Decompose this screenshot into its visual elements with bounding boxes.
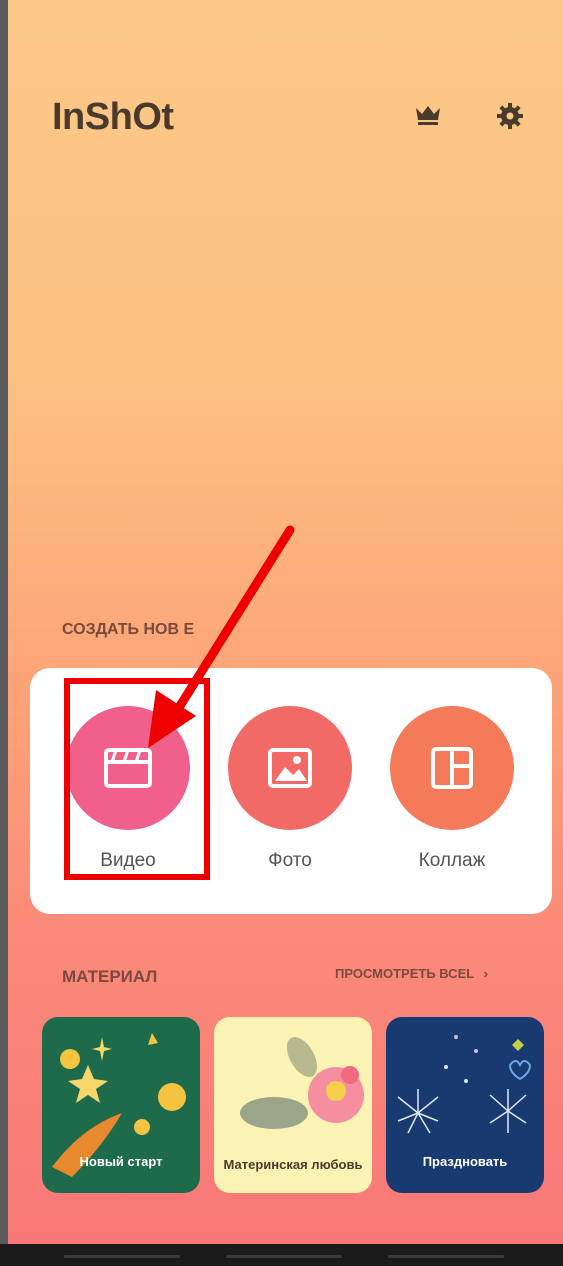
photo-label: Фото xyxy=(268,850,312,871)
material-title: МАТЕРИАЛ xyxy=(62,967,158,986)
highlight-box xyxy=(64,678,210,880)
view-all-link[interactable]: ПРОСМОТРЕТЬ ВСЕL › xyxy=(335,966,488,981)
app-logo: InShOt xyxy=(52,96,174,138)
photo-circle[interactable] xyxy=(228,706,352,830)
collage-circle[interactable] xyxy=(390,706,514,830)
nav-line-center[interactable] xyxy=(226,1255,342,1258)
nav-line-right[interactable] xyxy=(388,1255,504,1258)
celebrate-label: Праздновать xyxy=(422,1154,508,1169)
new-start-label: Новый старт xyxy=(79,1154,163,1169)
collage-tile[interactable]: Коллаж xyxy=(388,706,516,872)
material-card-celebrate[interactable]: Праздновать xyxy=(386,1017,544,1193)
nav-line-left[interactable] xyxy=(64,1255,180,1258)
material-card-mothers-love[interactable]: Материнская любовь xyxy=(214,1017,372,1193)
crown-icon[interactable] xyxy=(412,100,444,132)
photo-tile[interactable]: Фото xyxy=(226,706,354,872)
left-edge xyxy=(0,0,8,1266)
image-icon xyxy=(268,748,312,788)
create-new-title: СОЗДАТЬ НОВ Е xyxy=(62,621,195,638)
collage-label: Коллаж xyxy=(418,850,486,871)
app-screen: InShOt СОЗДАТЬ НОВ Е Видео Фото Коллаж М… xyxy=(8,0,563,1244)
collage-icon xyxy=(431,747,473,789)
chevron-right-icon: › xyxy=(483,966,488,981)
view-all-label: ПРОСМОТРЕТЬ ВСЕL xyxy=(335,966,474,981)
material-card-new-start[interactable]: Новый старт xyxy=(42,1017,200,1193)
mothers-love-label: Материнская любовь xyxy=(223,1157,363,1172)
gear-icon[interactable] xyxy=(494,100,526,132)
